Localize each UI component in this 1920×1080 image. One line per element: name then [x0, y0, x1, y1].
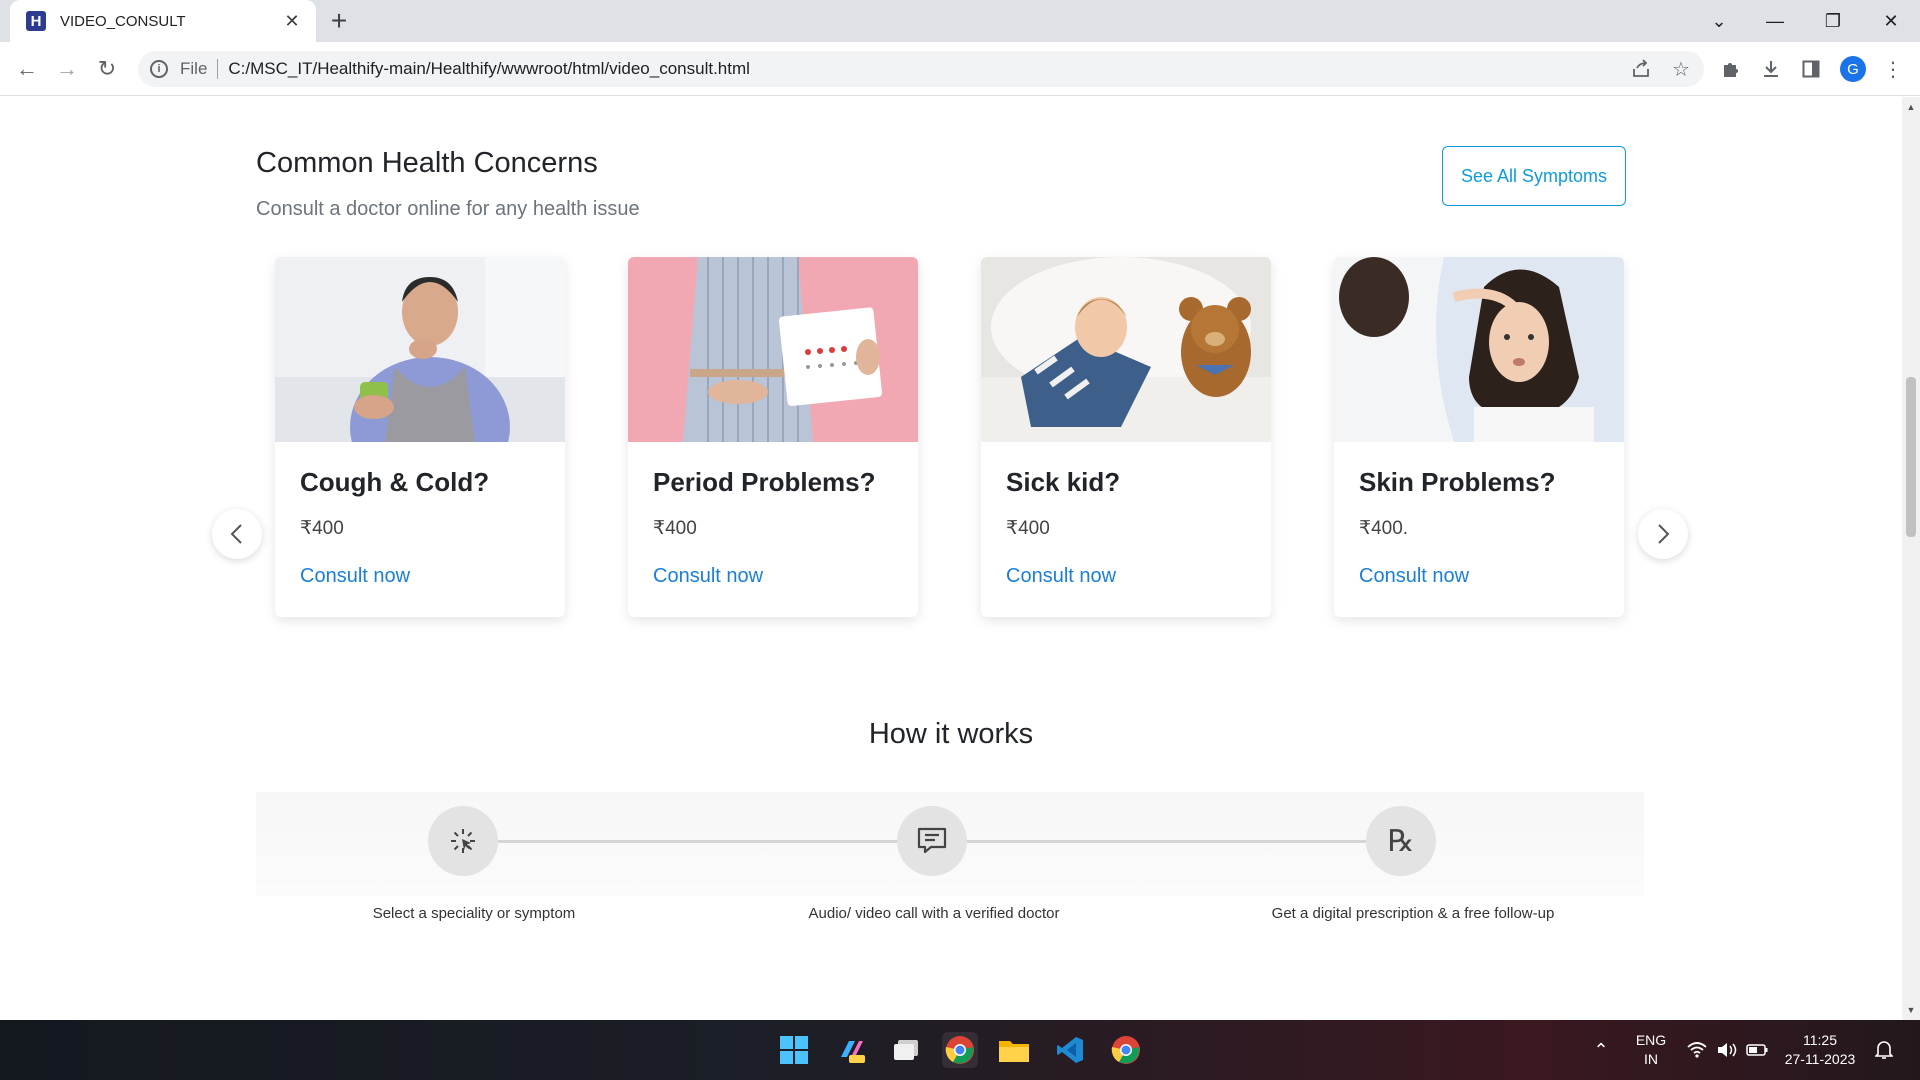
card-price: ₹400.	[1359, 518, 1409, 539]
browser-tab-strip: H VIDEO_CONSULT ✕ + ⌄ — ❐ ✕	[0, 0, 1920, 42]
chevron-right-icon	[1658, 524, 1670, 544]
how-it-works-title: How it works	[868, 718, 1034, 750]
chevron-left-icon	[230, 524, 242, 544]
chat-icon	[917, 827, 947, 854]
step-label: Audio/ video call with a verified doctor	[808, 905, 1060, 922]
site-info-icon[interactable]: i	[150, 60, 168, 78]
card-price: ₹400	[653, 518, 697, 539]
file-explorer-icon[interactable]	[996, 1032, 1032, 1068]
tab-search-icon[interactable]: ⌄	[1690, 0, 1748, 42]
step-label: Get a digital prescription & a free foll…	[1271, 905, 1555, 922]
step-select-circle	[428, 806, 498, 876]
new-tab-button[interactable]: +	[324, 6, 354, 36]
concern-card-cough-cold[interactable]: Cough & Cold? ₹400 Consult now	[275, 257, 565, 617]
close-window-button[interactable]: ✕	[1862, 0, 1920, 42]
chrome-profile-taskbar-icon[interactable]	[1108, 1032, 1144, 1068]
concerns-title: Common Health Concerns	[256, 147, 598, 179]
task-view-icon[interactable]	[888, 1032, 924, 1068]
address-bar[interactable]: i File C:/MSC_IT/Healthify-main/Healthif…	[138, 51, 1704, 87]
sick-kid-image	[981, 257, 1271, 442]
download-icon[interactable]	[1758, 56, 1784, 82]
vscode-icon[interactable]	[1052, 1032, 1088, 1068]
card-price: ₹400	[1006, 518, 1050, 539]
profile-avatar[interactable]: G	[1840, 56, 1866, 82]
forward-arrow-icon[interactable]: →	[52, 54, 82, 84]
scroll-thumb[interactable]	[1906, 377, 1916, 537]
card-title: Period Problems?	[653, 467, 876, 497]
file-scheme-label: File	[180, 59, 208, 78]
site-favicon-icon: H	[26, 11, 46, 31]
concern-card-skin-problems[interactable]: Skin Problems? ₹400. Consult now	[1334, 257, 1624, 617]
volume-icon[interactable]	[1716, 1040, 1738, 1060]
cough-cold-image	[275, 257, 565, 442]
windows-start-icon[interactable]	[776, 1032, 812, 1068]
omnibox-divider	[217, 59, 219, 79]
consult-now-link[interactable]: Consult now	[1006, 565, 1116, 588]
tab-title: VIDEO_CONSULT	[60, 12, 186, 30]
cursor-click-icon	[451, 829, 475, 853]
see-all-symptoms-button[interactable]: See All Symptoms	[1442, 146, 1626, 206]
url-text[interactable]: C:/MSC_IT/Healthify-main/Healthify/wwwro…	[228, 59, 750, 79]
region-code: IN	[1644, 1051, 1658, 1067]
scroll-up-arrow-icon[interactable]: ▲	[1902, 99, 1920, 115]
reload-icon[interactable]: ↻	[92, 54, 122, 84]
tray-overflow-chevron-icon[interactable]: ⌃	[1590, 1040, 1612, 1060]
restore-button[interactable]: ❐	[1804, 0, 1862, 42]
concern-card-sick-kid[interactable]: Sick kid? ₹400 Consult now	[981, 257, 1271, 617]
bookmark-star-icon[interactable]: ☆	[1668, 56, 1694, 82]
minimize-button[interactable]: —	[1746, 0, 1804, 42]
browser-toolbar: ← → ↻ i File C:/MSC_IT/Healthify-main/He…	[0, 42, 1920, 96]
card-title: Cough & Cold?	[300, 467, 490, 497]
skin-problems-image	[1334, 257, 1624, 442]
period-problems-image	[628, 257, 918, 442]
card-title: Sick kid?	[1006, 467, 1121, 497]
notification-bell-icon[interactable]	[1873, 1040, 1895, 1060]
extensions-puzzle-icon[interactable]	[1718, 56, 1744, 82]
step-label: Select a speciality or symptom	[372, 905, 576, 922]
share-icon[interactable]	[1628, 56, 1654, 82]
windows-taskbar: ⌃ ENG IN 11:25 27-11-2023	[0, 1020, 1920, 1080]
chrome-taskbar-icon[interactable]	[942, 1032, 978, 1068]
clock-date: 27-11-2023	[1784, 1051, 1856, 1067]
card-title: Skin Problems?	[1359, 467, 1556, 497]
back-arrow-icon[interactable]: ←	[12, 54, 42, 84]
concerns-carousel: Cough & Cold? ₹400 Consult now Period Pr…	[0, 257, 1902, 627]
carousel-next-button[interactable]	[1638, 509, 1688, 559]
browser-menu-icon[interactable]: ⋮	[1880, 56, 1906, 82]
tab-close-icon[interactable]: ✕	[280, 11, 304, 32]
language-indicator[interactable]: ENG IN	[1628, 1031, 1674, 1069]
card-price: ₹400	[300, 518, 344, 539]
concern-card-period-problems[interactable]: Period Problems? ₹400 Consult now	[628, 257, 918, 617]
language-code: ENG	[1635, 1032, 1667, 1048]
battery-icon[interactable]	[1746, 1040, 1768, 1060]
page-scrollbar[interactable]: ▲ ▼	[1902, 97, 1920, 1020]
step-call-circle	[897, 806, 967, 876]
consult-now-link[interactable]: Consult now	[653, 565, 763, 588]
side-panel-icon[interactable]	[1798, 56, 1824, 82]
browser-tab[interactable]: H VIDEO_CONSULT ✕	[10, 0, 316, 42]
step-prescription-circle: ℞	[1366, 806, 1436, 876]
concerns-subtitle: Consult a doctor online for any health i…	[256, 198, 640, 220]
consult-now-link[interactable]: Consult now	[300, 565, 410, 588]
consult-now-link[interactable]: Consult now	[1359, 565, 1469, 588]
wifi-icon[interactable]	[1686, 1040, 1708, 1060]
scroll-down-arrow-icon[interactable]: ▼	[1902, 1002, 1920, 1018]
clock-time: 11:25	[1803, 1032, 1837, 1048]
prescription-icon: ℞	[1387, 823, 1415, 859]
copilot-preview-icon[interactable]	[834, 1032, 870, 1068]
carousel-prev-button[interactable]	[212, 509, 262, 559]
system-clock[interactable]: 11:25 27-11-2023	[1780, 1031, 1860, 1069]
